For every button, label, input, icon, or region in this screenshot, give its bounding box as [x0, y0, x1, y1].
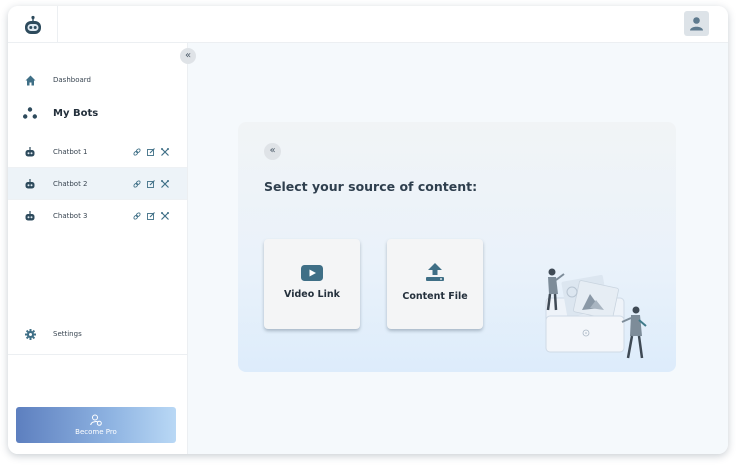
bot-icon	[23, 145, 37, 159]
bot-icon	[23, 177, 37, 191]
sidebar-item-my-bots[interactable]: My Bots	[8, 103, 187, 123]
edit-icon[interactable]	[147, 147, 155, 156]
become-pro-label: Become Pro	[75, 428, 117, 436]
content-file-option[interactable]: Content File	[387, 239, 483, 329]
bot-icon	[23, 209, 37, 223]
option-label: Content File	[402, 291, 468, 302]
sidebar-item-label: Dashboard	[53, 76, 91, 84]
user-icon	[690, 17, 703, 31]
sidebar-item-chatbot-2[interactable]: Chatbot 2	[8, 168, 187, 200]
sidebar-item-chatbot-1[interactable]: Chatbot 1	[8, 136, 187, 168]
sidebar-item-chatbot-3[interactable]: Chatbot 3	[8, 200, 187, 232]
sidebar-section-title: My Bots	[53, 107, 99, 119]
top-bar	[8, 6, 728, 43]
edit-icon[interactable]	[147, 212, 155, 220]
youtube-icon	[301, 265, 323, 281]
home-icon	[23, 73, 37, 87]
content-source-panel: « Select your source of content: Video L…	[238, 122, 676, 372]
file-upload-illustration	[545, 268, 647, 359]
tools-icon[interactable]	[161, 147, 169, 156]
video-link-option[interactable]: Video Link	[264, 239, 360, 329]
gear-icon	[23, 327, 37, 341]
sidebar-item-label: Settings	[53, 330, 82, 338]
page-title: Select your source of content:	[264, 179, 478, 194]
become-pro-button[interactable]: Become Pro	[16, 407, 176, 443]
sidebar-item-dashboard[interactable]: Dashboard	[8, 72, 187, 88]
bot-actions	[133, 179, 169, 188]
bot-actions	[133, 212, 169, 220]
link-icon[interactable]	[133, 147, 141, 156]
back-button[interactable]: «	[264, 143, 281, 160]
sidebar-item-label: Chatbot 3	[53, 212, 88, 220]
main-content: « Select your source of content: Video L…	[188, 43, 728, 454]
link-icon[interactable]	[133, 179, 141, 188]
network-icon	[23, 106, 37, 120]
robot-logo-icon	[24, 15, 41, 34]
option-label: Video Link	[284, 289, 340, 300]
user-avatar-button[interactable]	[684, 11, 709, 36]
sidebar-item-label: Chatbot 2	[53, 179, 88, 188]
tools-icon[interactable]	[161, 179, 169, 188]
tools-icon[interactable]	[161, 212, 169, 220]
sidebar-item-settings[interactable]: Settings	[8, 326, 187, 342]
edit-icon[interactable]	[147, 179, 155, 188]
sidebar-divider	[8, 354, 187, 355]
user-settings-icon	[90, 414, 102, 426]
upload-icon	[426, 263, 444, 281]
sidebar-item-label: Chatbot 1	[53, 147, 88, 156]
link-icon[interactable]	[133, 212, 141, 220]
app-logo[interactable]	[8, 6, 58, 43]
collapse-sidebar-button[interactable]: «	[180, 48, 196, 64]
app-window: « Dashboard My Bots Chatbot 1 Chatbot 2 …	[8, 6, 728, 454]
sidebar: Dashboard My Bots Chatbot 1 Chatbot 2 Ch…	[8, 43, 188, 454]
bot-actions	[133, 147, 169, 156]
